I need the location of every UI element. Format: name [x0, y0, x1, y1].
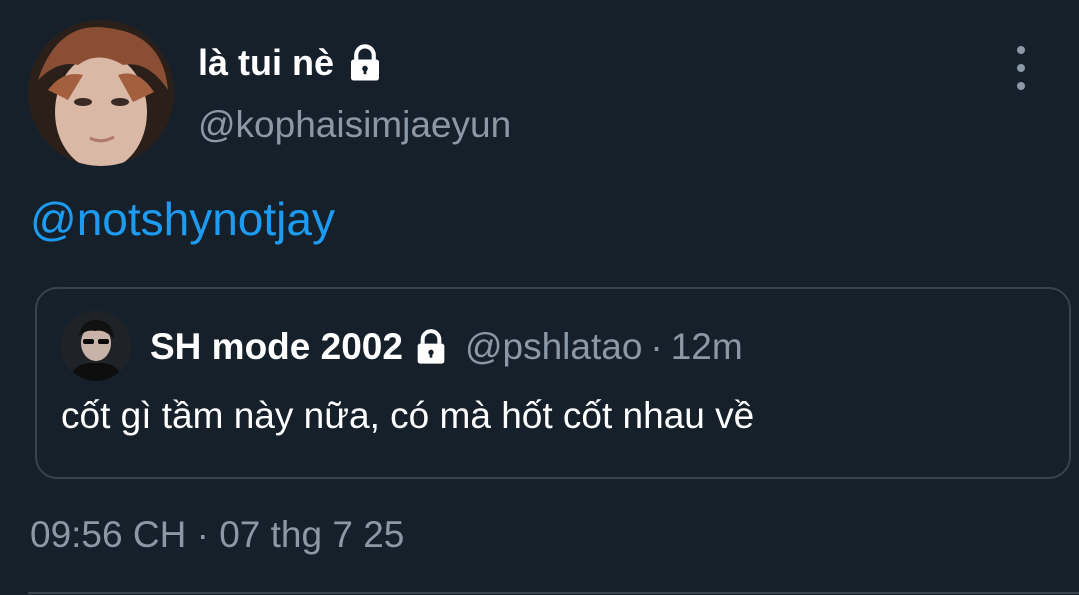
more-vertical-icon[interactable]	[1008, 46, 1034, 90]
quoted-handle[interactable]: @pshlatao	[465, 326, 642, 368]
more-dot	[1017, 46, 1025, 54]
avatar-photo	[61, 311, 131, 381]
quoted-tweet-card[interactable]: SH mode 2002 @pshlatao · 12m cốt gì tầm …	[35, 287, 1071, 479]
quoted-header: SH mode 2002 @pshlatao · 12m	[150, 324, 743, 370]
separator-dot: ·	[650, 326, 663, 367]
author-name-row: là tui nè	[198, 38, 386, 88]
lock-icon	[351, 44, 380, 81]
lock-icon	[417, 329, 445, 364]
quoted-time: 12m	[670, 326, 743, 367]
divider	[28, 592, 1079, 594]
more-dot	[1017, 64, 1025, 72]
more-dot	[1017, 82, 1025, 90]
quoted-display-name[interactable]: SH mode 2002	[150, 326, 403, 368]
tweet-timestamp[interactable]: 09:56 CH · 07 thg 7 25	[30, 514, 404, 556]
author-display-name[interactable]: là tui nè	[198, 42, 334, 84]
quoted-author-avatar[interactable]	[61, 311, 131, 381]
quoted-text: cốt gì tầm này nữa, có mà hốt cốt nhau v…	[61, 395, 755, 436]
tweet-detail: là tui nè @kophaisimjaeyun @notshynotjay	[0, 0, 1079, 595]
avatar-photo	[28, 20, 174, 166]
mention-link[interactable]: @notshynotjay	[30, 192, 335, 246]
author-handle[interactable]: @kophaisimjaeyun	[198, 104, 511, 146]
author-avatar[interactable]	[28, 20, 174, 166]
